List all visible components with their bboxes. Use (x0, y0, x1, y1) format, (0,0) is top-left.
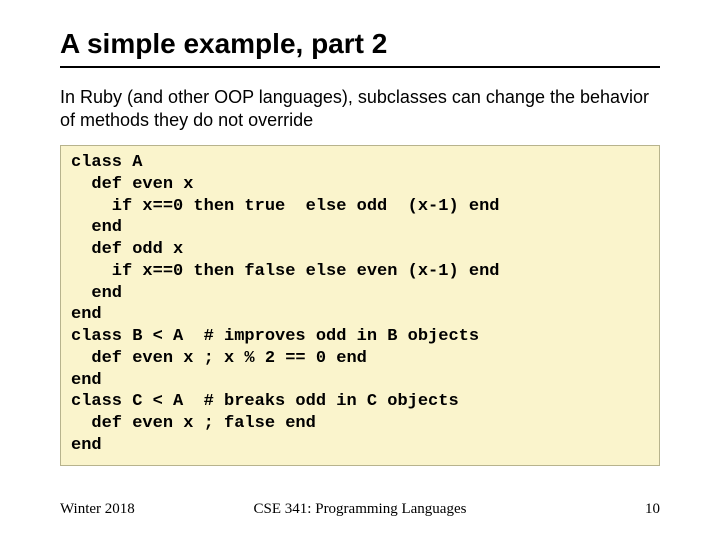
footer-term: Winter 2018 (60, 501, 135, 518)
footer: Winter 2018 CSE 341: Programming Languag… (60, 501, 660, 518)
footer-page-number: 10 (645, 501, 660, 518)
code-block: class A def even x if x==0 then true els… (60, 145, 660, 466)
title-rule (60, 66, 660, 68)
slide: A simple example, part 2 In Ruby (and ot… (0, 0, 720, 540)
footer-course: CSE 341: Programming Languages (254, 501, 467, 518)
slide-title: A simple example, part 2 (60, 28, 660, 60)
body-paragraph: In Ruby (and other OOP languages), subcl… (60, 86, 660, 131)
